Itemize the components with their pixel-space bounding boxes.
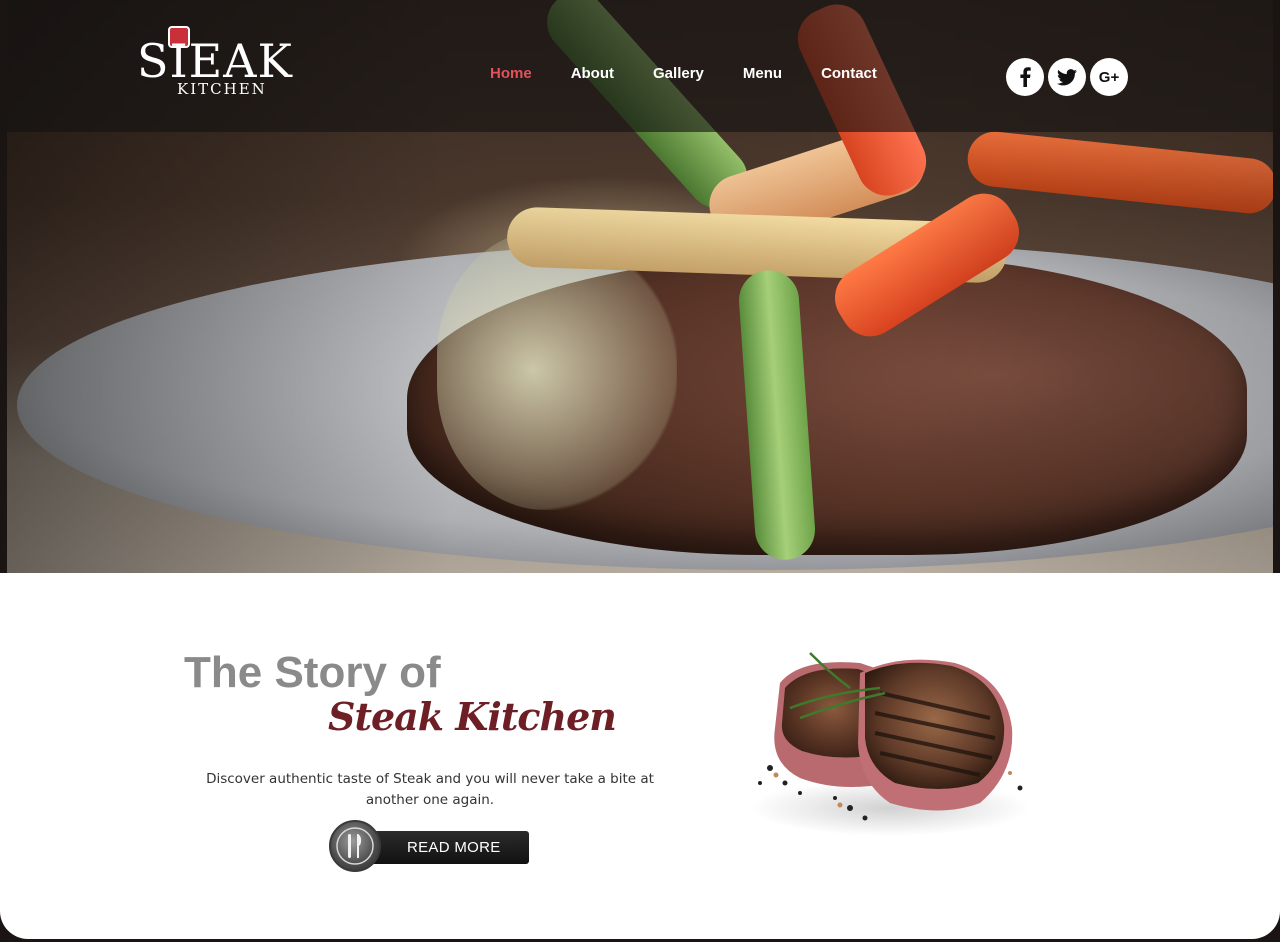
googleplus-button[interactable]: G+ <box>1090 58 1128 96</box>
read-more-label: READ MORE <box>407 839 501 856</box>
story-title: The Story of <box>184 648 441 697</box>
brand-logo[interactable]: SIEAK KITCHEN <box>137 24 312 104</box>
grilled-steak-image <box>750 652 1030 836</box>
twitter-button[interactable] <box>1048 58 1086 96</box>
nav-gallery[interactable]: Gallery <box>653 64 704 84</box>
googleplus-icon: G+ <box>1098 68 1120 86</box>
story-section: The Story of Steak Kitchen Discover auth… <box>0 573 1280 939</box>
twitter-icon <box>1057 68 1077 85</box>
site-header: SIEAK KITCHEN Home About Gallery Menu Co… <box>7 0 1273 132</box>
facebook-button[interactable] <box>1006 58 1044 96</box>
nav-about[interactable]: About <box>571 64 614 84</box>
story-description: Discover authentic taste of Steak and yo… <box>206 771 654 808</box>
brand-name: SIEAK <box>137 34 293 88</box>
nav-contact[interactable]: Contact <box>821 64 877 84</box>
read-more-button[interactable]: READ MORE <box>329 819 529 877</box>
nav-menu[interactable]: Menu <box>743 64 782 84</box>
brand-subname: KITCHEN <box>177 80 267 98</box>
fork-knife-icon <box>329 820 381 872</box>
nav-home[interactable]: Home <box>490 64 532 84</box>
story-script-title: Steak Kitchen <box>328 694 617 739</box>
facebook-icon <box>1020 67 1031 87</box>
social-links: G+ <box>1006 58 1132 96</box>
main-nav: Home About Gallery Menu Contact <box>490 64 916 84</box>
